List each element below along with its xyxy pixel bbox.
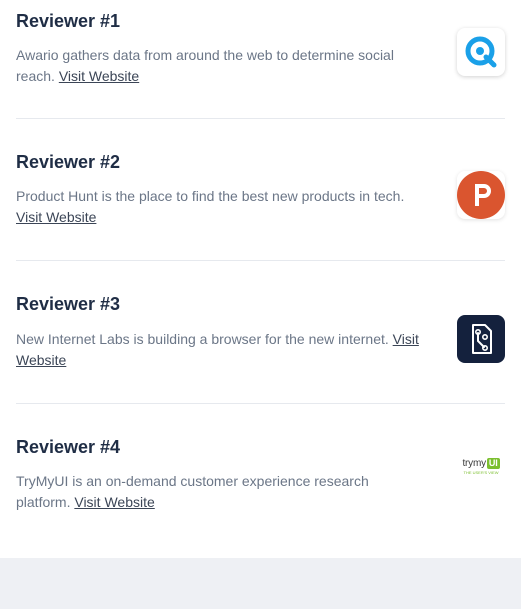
reviewer-card-4: Reviewer #4 TryMyUI is an on-demand cust… (16, 436, 505, 526)
reviewer-title: Reviewer #4 (16, 437, 121, 457)
page: Reviewer #1 Awario gathers data from aro… (0, 0, 521, 609)
reviewer-description: New Internet Labs is building a browser … (16, 329, 426, 371)
reviewer-description: TryMyUI is an on-demand customer experie… (16, 471, 426, 513)
divider (16, 260, 505, 261)
visit-website-link[interactable]: Visit Website (74, 494, 154, 510)
reviewer-description: Product Hunt is the place to find the be… (16, 186, 426, 228)
reviewer-card-1: Reviewer #1 Awario gathers data from aro… (16, 8, 505, 98)
reviewer-description: Awario gathers data from around the web … (16, 45, 426, 87)
trymyui-logo-icon: trymy UI THE USER'S VIEW (457, 442, 505, 490)
reviewer-description-text: Product Hunt is the place to find the be… (16, 188, 405, 204)
reviewer-description-text: TryMyUI is an on-demand customer experie… (16, 473, 369, 510)
reviewer-title: Reviewer #2 (16, 152, 121, 172)
visit-website-link[interactable]: Visit Website (16, 209, 96, 225)
awario-logo-icon (457, 28, 505, 76)
new-internet-labs-logo-icon (457, 315, 505, 363)
trymyui-logo-text: trymy UI (462, 457, 500, 469)
reviewer-card-2: Reviewer #2 Product Hunt is the place to… (16, 151, 505, 241)
reviewer-description-text: New Internet Labs is building a browser … (16, 331, 389, 347)
reviewer-card-3: Reviewer #3 New Internet Labs is buildin… (16, 293, 505, 383)
divider (16, 403, 505, 404)
reviewer-list: Reviewer #1 Awario gathers data from aro… (0, 0, 521, 558)
visit-website-link[interactable]: Visit Website (59, 68, 139, 84)
trymyui-logo-mark: trymy UI THE USER'S VIEW (462, 457, 500, 475)
trymyui-logo-subtext: THE USER'S VIEW (463, 469, 499, 475)
product-hunt-logo-icon (457, 171, 505, 219)
divider (16, 118, 505, 119)
footer-band (0, 558, 521, 609)
reviewer-title: Reviewer #1 (16, 11, 121, 31)
reviewer-title: Reviewer #3 (16, 294, 121, 314)
